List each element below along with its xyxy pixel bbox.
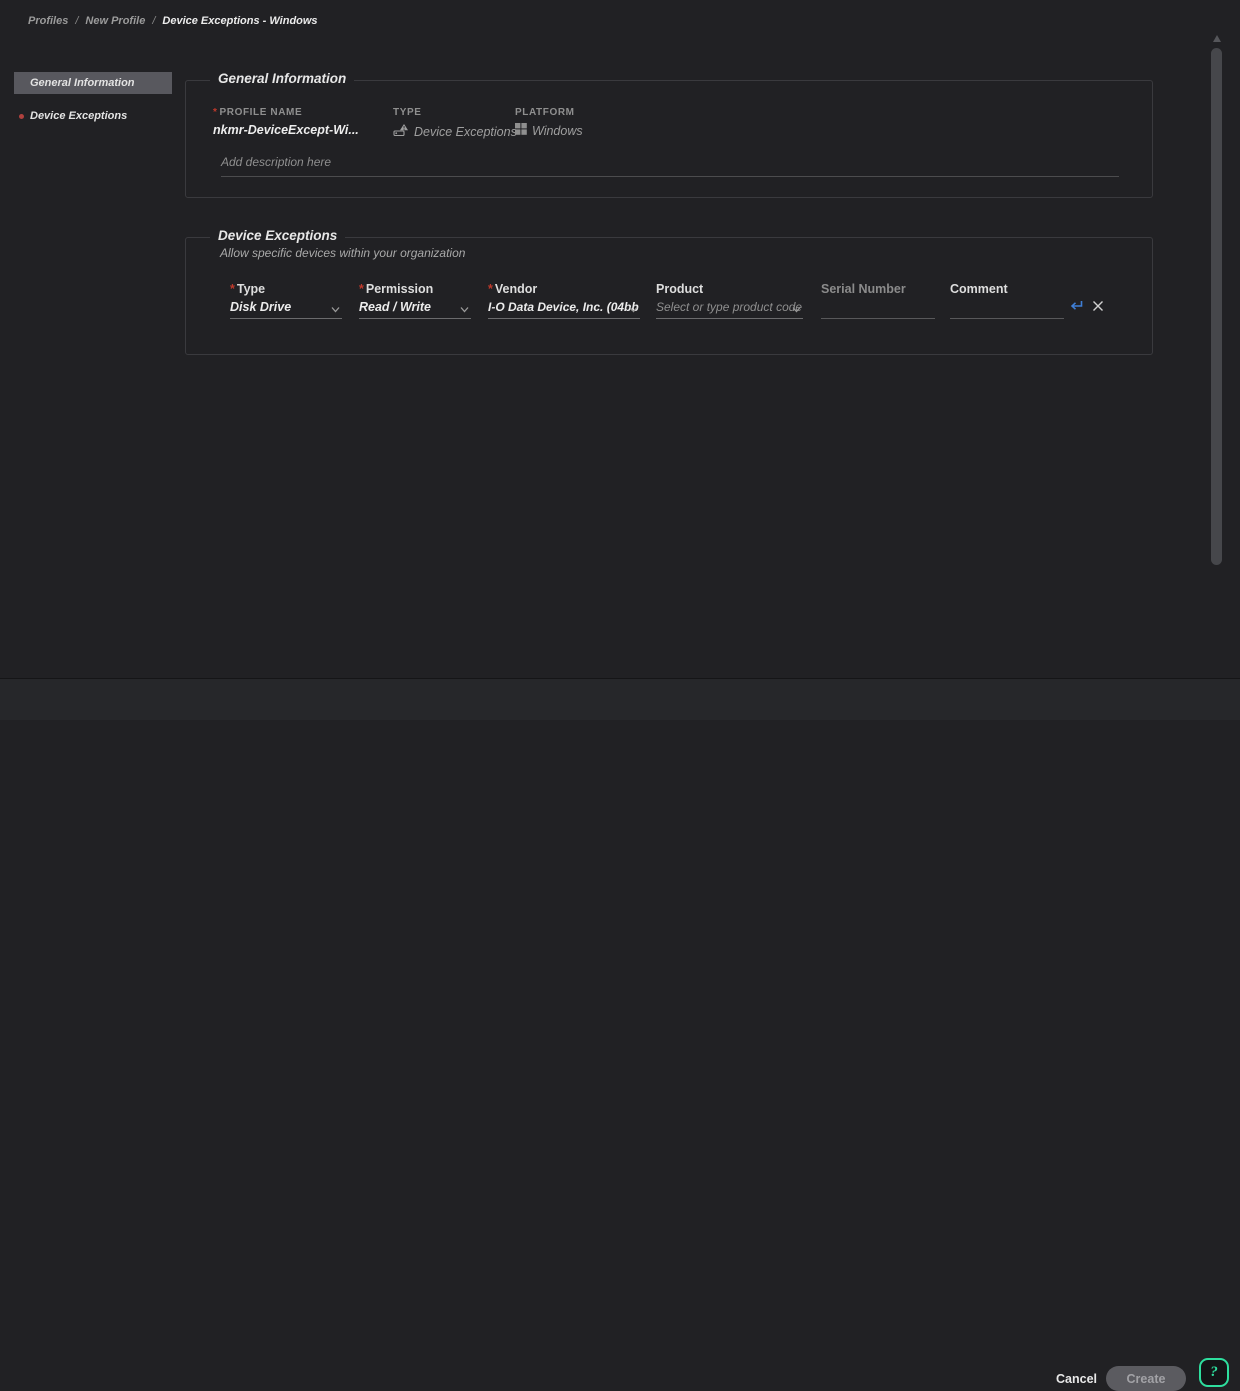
profile-name-field[interactable]: *PROFILE NAME nkmr-DeviceExcept-Wi... [213,107,359,137]
type-value: Device Exceptions [414,125,517,139]
alert-dot-icon [19,114,24,119]
exception-type-label: Type [237,282,265,296]
sidebar-item-device-exceptions[interactable]: Device Exceptions [14,105,172,127]
platform-value: Windows [532,124,583,138]
section-nav-sidebar: General Information Device Exceptions [14,72,172,127]
close-icon [1092,300,1104,312]
breadcrumb-profiles[interactable]: Profiles [28,15,68,27]
exception-serial-number-input[interactable]: Serial Number [821,282,935,319]
required-marker: * [230,282,235,296]
general-information-panel: General Information *PROFILE NAME nkmr-D… [185,80,1153,198]
enter-key-icon [1069,299,1083,312]
breadcrumb: Profiles / New Profile / Device Exceptio… [28,15,318,27]
exception-permission-value: Read / Write [359,300,431,314]
breadcrumb-separator: / [152,15,155,27]
exception-permission-label: Permission [366,282,433,296]
exception-type-select[interactable]: *Type Disk Drive [230,282,342,319]
sidebar-item-label: Device Exceptions [30,110,127,122]
footer-action-bar: Cancel Create ? [0,678,1240,720]
required-marker: * [213,107,218,118]
profile-name-label: PROFILE NAME [220,107,303,118]
exception-vendor-label: Vendor [495,282,537,296]
scrollbar-thumb[interactable] [1211,48,1222,565]
exception-product-placeholder: Select or type product code [656,300,802,314]
sidebar-item-label: General Information [30,77,135,89]
chevron-down-icon [792,306,801,313]
exception-vendor-select[interactable]: *Vendor I-O Data Device, Inc. (04bb [488,282,640,319]
chevron-down-icon [331,306,340,313]
cancel-button[interactable]: Cancel [1050,1370,1103,1388]
exception-permission-select[interactable]: *Permission Read / Write [359,282,471,319]
breadcrumb-current-page: Device Exceptions - Windows [162,15,317,27]
create-button[interactable]: Create [1106,1366,1186,1391]
confirm-row-button[interactable] [1069,299,1083,313]
device-exception-icon [393,123,409,140]
breadcrumb-new-profile[interactable]: New Profile [85,15,145,27]
type-label: TYPE [393,107,517,118]
chevron-down-icon [629,306,638,313]
scrollbar-up-arrow[interactable] [1213,35,1221,42]
panel-title: General Information [210,71,354,86]
device-exceptions-panel: Device Exceptions Allow specific devices… [185,237,1153,355]
sidebar-item-general-information[interactable]: General Information [14,72,172,94]
exception-comment-input[interactable]: Comment [950,282,1064,319]
exception-vendor-value: I-O Data Device, Inc. (04bb [488,300,639,314]
profile-platform-field: PLATFORM Windows [515,107,583,138]
exception-comment-value[interactable] [950,300,1064,319]
profile-type-field: TYPE Device Exceptions [393,107,517,140]
description-input[interactable]: Add description here [221,155,1119,177]
chevron-down-icon [460,306,469,313]
profile-name-value[interactable]: nkmr-DeviceExcept-Wi... [213,123,359,137]
help-button[interactable]: ? [1199,1358,1229,1387]
required-marker: * [359,282,364,296]
panel-subtitle: Allow specific devices within your organ… [220,246,465,260]
exception-product-label: Product [656,282,803,296]
breadcrumb-separator: / [75,15,78,27]
exception-serial-number-value[interactable] [821,300,935,319]
exception-product-select[interactable]: Product Select or type product code [656,282,803,319]
required-marker: * [488,282,493,296]
exception-comment-label: Comment [950,282,1064,296]
exception-serial-number-label: Serial Number [821,282,935,296]
windows-icon [515,123,527,138]
remove-row-button[interactable] [1092,299,1106,313]
exception-type-value: Disk Drive [230,300,291,314]
panel-title: Device Exceptions [210,228,345,243]
platform-label: PLATFORM [515,107,583,118]
